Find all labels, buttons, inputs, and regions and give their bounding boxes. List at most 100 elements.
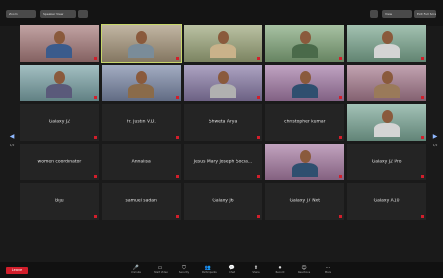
participant-video: [265, 143, 345, 180]
reactions-button[interactable]: ☺ Reactions: [298, 265, 310, 275]
person-body: [291, 44, 318, 58]
participant-tile[interactable]: Galaxy J2: [20, 104, 99, 141]
participant-video: [265, 64, 345, 101]
person-head: [217, 31, 229, 44]
participant-name: Shweta Arya: [208, 119, 238, 125]
participant-video: [20, 25, 99, 62]
participant-tile[interactable]: [265, 143, 345, 180]
participant-tile[interactable]: [347, 64, 426, 101]
participant-tile[interactable]: women coordinator: [20, 143, 99, 180]
participant-name: Galaxy J2: [48, 119, 70, 125]
participant-tile[interactable]: samuel sadan: [101, 183, 181, 220]
page-indicator-left: 1/2: [9, 143, 15, 147]
bottom-toolbar: Leave 🎤 Unmute ▭ Start Video ⛉ Security 👥 Parti…: [0, 262, 443, 278]
muted-icon: [339, 96, 343, 99]
participant-tile[interactable]: Annalisa: [101, 143, 181, 180]
muted-icon: [93, 96, 97, 99]
chevron-left-icon: ◀: [9, 133, 15, 140]
participant-tile[interactable]: Biju: [20, 183, 99, 220]
participant-tile[interactable]: Shweta Arya: [183, 104, 263, 141]
video-button[interactable]: ▭ Start Video: [154, 265, 168, 275]
toolbar-label: Reactions: [298, 271, 311, 274]
person-head: [381, 31, 393, 44]
person-head: [54, 31, 66, 44]
record-button[interactable]: ⏺ Record: [274, 265, 286, 275]
muted-icon: [257, 96, 261, 99]
person-body: [128, 44, 155, 58]
person-head: [54, 70, 66, 84]
security-button[interactable]: ⛉ Security: [178, 265, 190, 275]
person-body: [373, 123, 400, 137]
participants-button[interactable]: 👥 Participants: [202, 265, 217, 275]
participant-tile[interactable]: [183, 64, 263, 101]
toolbar-label: Unmute: [131, 271, 141, 274]
muted-icon: [339, 175, 343, 178]
recording-indicator[interactable]: [370, 10, 378, 18]
muted-icon: [421, 135, 424, 139]
person-body: [46, 83, 73, 98]
participant-tile[interactable]: Galaxy J2 Pro: [347, 143, 426, 180]
participant-tile[interactable]: Galaxy A10: [347, 183, 426, 220]
participant-gallery: Galaxy J2 Fr. Justin V.D. Shweta Arya chris…: [20, 24, 426, 259]
muted-icon: [93, 135, 97, 139]
participant-tile[interactable]: Galaxy J7 Nxt: [265, 183, 345, 220]
participant-tile[interactable]: Galaxy J6: [183, 183, 263, 220]
participant-tile[interactable]: [183, 25, 263, 62]
zoom-button[interactable]: Zoom: [6, 10, 36, 18]
muted-icon: [421, 56, 424, 60]
participant-name: Biju: [55, 198, 64, 204]
person-head: [136, 70, 148, 84]
prev-page-arrow[interactable]: ◀ 1/2: [8, 133, 16, 149]
participant-tile[interactable]: [347, 104, 426, 141]
participant-name: samuel sadan: [125, 198, 157, 204]
participant-name: Galaxy J7 Nxt: [289, 198, 320, 204]
muted-icon: [257, 56, 261, 60]
muted-icon: [93, 214, 97, 218]
participant-name: christopher kumar: [284, 119, 326, 125]
gallery-button[interactable]: [78, 10, 88, 18]
share-screen-button[interactable]: ⬆ Share: [250, 265, 262, 275]
participant-video: [183, 25, 263, 62]
participant-tile[interactable]: [20, 64, 99, 101]
participant-name: Jesus Mary Joseph Socia...: [193, 159, 253, 165]
leave-button[interactable]: Leave: [6, 267, 28, 274]
muted-icon: [421, 175, 424, 178]
muted-icon: [175, 135, 179, 139]
person-body: [209, 83, 236, 98]
muted-icon: [93, 56, 97, 60]
chat-button[interactable]: 💬 Chat: [226, 265, 238, 275]
muted-icon: [421, 214, 424, 218]
person-body: [373, 83, 400, 98]
muted-icon: [257, 214, 261, 218]
participant-tile[interactable]: christopher kumar: [265, 104, 345, 141]
microphone-button[interactable]: 🎤 Unmute: [130, 265, 142, 275]
participant-tile[interactable]: [265, 64, 345, 101]
participant-tile[interactable]: [100, 24, 182, 63]
muted-icon: [175, 96, 179, 99]
participant-tile[interactable]: [265, 25, 345, 62]
participant-video: [347, 25, 426, 62]
participant-tile[interactable]: Jesus Mary Joseph Socia...: [183, 143, 263, 180]
muted-icon: [421, 96, 424, 99]
participant-tile[interactable]: [20, 25, 99, 62]
participant-tile[interactable]: [347, 25, 426, 62]
exit-fullscreen-button[interactable]: Exit Full Screen: [414, 10, 436, 18]
person-head: [136, 31, 148, 44]
chevron-right-icon: ▶: [432, 133, 438, 140]
more-button[interactable]: ⋯ More: [322, 265, 334, 275]
person-head: [299, 31, 311, 44]
speaker-view-button[interactable]: Speaker View: [40, 10, 76, 18]
participant-tile[interactable]: [101, 64, 181, 101]
participant-name: Galaxy A10: [373, 198, 400, 204]
next-page-arrow[interactable]: ▶ 1/2: [431, 133, 439, 149]
participant-video: [101, 25, 181, 62]
participant-video: [183, 64, 263, 101]
participant-video: [347, 64, 426, 101]
view-button[interactable]: View: [382, 10, 412, 18]
toolbar-label: Chat: [229, 271, 235, 274]
participant-video: [265, 25, 345, 62]
participant-tile[interactable]: Fr. Justin V.D.: [101, 104, 181, 141]
toolbar-label: More: [324, 271, 332, 274]
muted-icon: [175, 175, 179, 178]
muted-icon: [339, 56, 343, 60]
